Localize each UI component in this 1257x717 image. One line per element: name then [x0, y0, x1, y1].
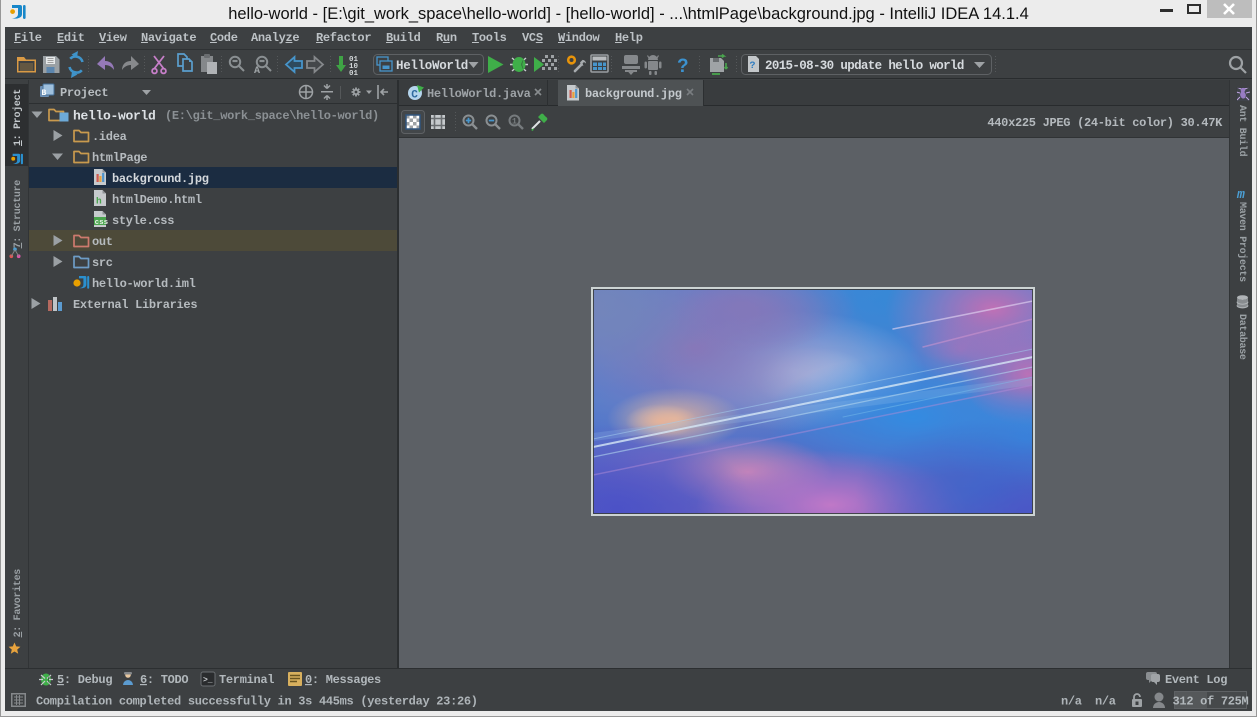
- svg-text:src: src: [92, 256, 113, 270]
- svg-text:background.jpg: background.jpg: [585, 87, 682, 101]
- svg-text:(E:\git_work_space\hello-world: (E:\git_work_space\hello-world): [165, 109, 379, 123]
- svg-text:>_: >_: [203, 676, 213, 685]
- svg-text:External Libraries: External Libraries: [73, 298, 197, 312]
- svg-text:htmlPage: htmlPage: [92, 151, 147, 165]
- svg-text:n/a: n/a: [1061, 695, 1082, 709]
- svg-text:out: out: [92, 235, 113, 249]
- svg-text:2015-08-30 update hello world: 2015-08-30 update hello world: [765, 59, 964, 73]
- svg-text:A: A: [254, 66, 260, 77]
- svg-text:css: css: [95, 219, 109, 227]
- svg-text:6: TODO: 6: TODO: [140, 673, 188, 687]
- svg-text:background.jpg: background.jpg: [112, 172, 209, 186]
- svg-text:0: Messages: 0: Messages: [305, 673, 381, 687]
- svg-text:h: h: [96, 196, 102, 207]
- svg-text:HelloWorld: HelloWorld: [396, 59, 468, 73]
- svg-text:C: C: [411, 90, 418, 102]
- svg-text:312 of 725M: 312 of 725M: [1173, 695, 1249, 709]
- svg-text:Project: Project: [60, 86, 108, 100]
- svg-text:Compilation completed successf: Compilation completed successfully in 3s…: [36, 695, 478, 709]
- svg-text:Terminal: Terminal: [219, 673, 274, 687]
- svg-text:Event Log: Event Log: [1165, 673, 1227, 687]
- svg-text:B: B: [42, 89, 47, 98]
- svg-text:hello-world: hello-world: [73, 109, 156, 124]
- svg-text:.idea: .idea: [92, 130, 127, 144]
- svg-text:htmlDemo.html: htmlDemo.html: [112, 193, 202, 207]
- svg-text:01: 01: [349, 70, 359, 78]
- svg-text:hello-world.iml: hello-world.iml: [92, 277, 196, 291]
- svg-text:440x225 JPEG (24-bit color) 30: 440x225 JPEG (24-bit color) 30.47K: [987, 116, 1223, 130]
- svg-text:5: Debug: 5: Debug: [57, 673, 112, 687]
- svg-text:?: ?: [750, 61, 756, 72]
- svg-text:style.css: style.css: [112, 214, 174, 228]
- svg-text:n/a: n/a: [1095, 695, 1116, 709]
- svg-text:HelloWorld.java: HelloWorld.java: [427, 87, 531, 101]
- svg-text:?: ?: [677, 56, 689, 77]
- svg-text:1: 1: [512, 118, 517, 127]
